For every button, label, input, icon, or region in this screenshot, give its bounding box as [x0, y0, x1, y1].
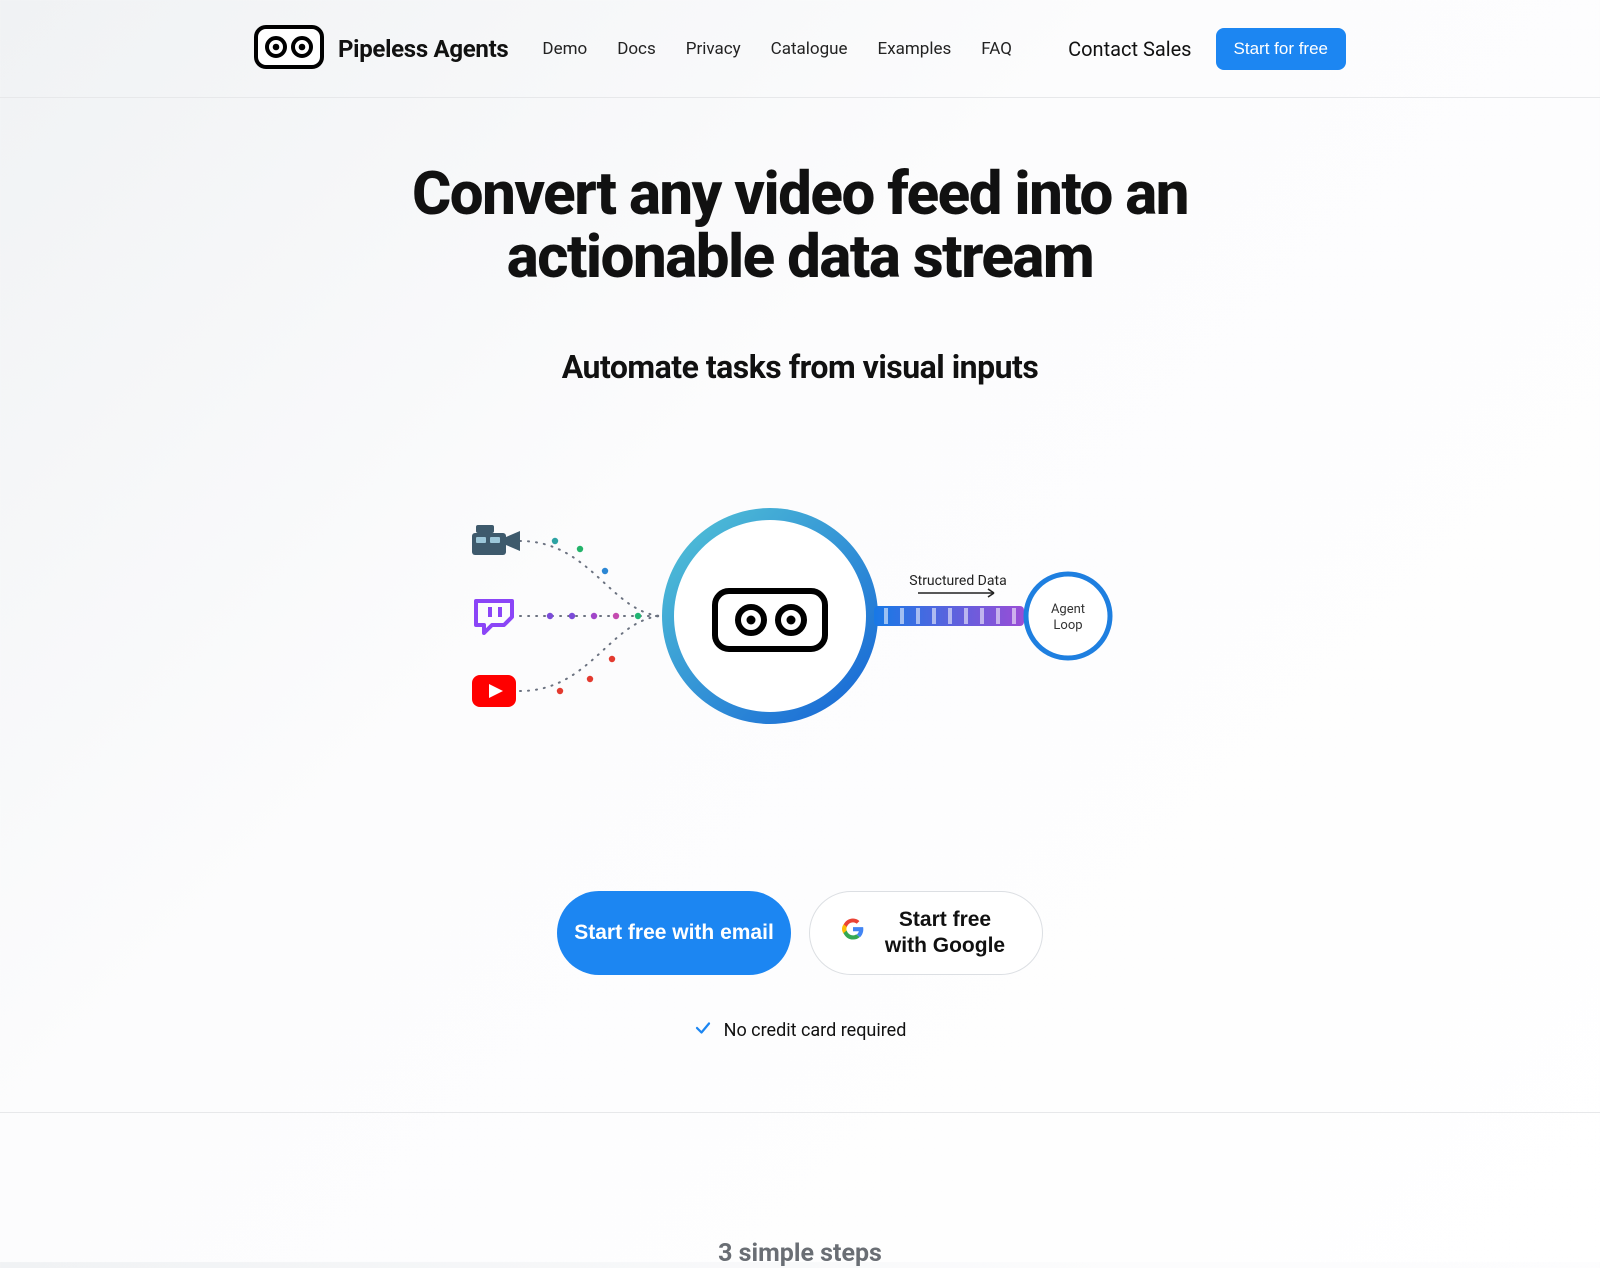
contact-sales-link[interactable]: Contact Sales [1068, 37, 1191, 61]
nav-link-examples[interactable]: Examples [878, 39, 952, 59]
check-icon [694, 1019, 712, 1042]
nav-link-demo[interactable]: Demo [542, 39, 587, 59]
nav-link-docs[interactable]: Docs [617, 39, 656, 59]
nav-link-faq[interactable]: FAQ [981, 39, 1012, 59]
structured-data-label: Structured Data [909, 573, 1006, 589]
section-divider: 3 simple steps [0, 1112, 1600, 1262]
youtube-icon [472, 675, 516, 707]
hero-subtitle: Automate tasks from visual inputs [0, 348, 1600, 386]
nav-link-catalogue[interactable]: Catalogue [771, 39, 848, 59]
agent-loop-label-line2: Loop [1053, 618, 1082, 633]
primary-nav: Demo Docs Privacy Catalogue Examples FAQ [542, 39, 1012, 59]
hero-cta-row: Start free with email Start free with Go… [0, 891, 1600, 975]
brand-name: Pipeless Agents [338, 35, 508, 63]
nav-link-privacy[interactable]: Privacy [686, 39, 741, 59]
camcorder-icon [472, 525, 520, 555]
agent-loop-label-line1: Agent [1051, 602, 1085, 617]
start-free-email-button[interactable]: Start free with email [557, 891, 791, 975]
site-header: Pipeless Agents Demo Docs Privacy Catalo… [0, 0, 1600, 98]
start-free-header-button[interactable]: Start for free [1216, 28, 1346, 70]
brand[interactable]: Pipeless Agents [254, 25, 508, 73]
no-credit-card-text: No credit card required [724, 1020, 907, 1041]
header-actions: Contact Sales Start for free [1068, 28, 1346, 70]
no-credit-card-note: No credit card required [0, 1019, 1600, 1042]
start-free-email-label: Start free with email [574, 921, 774, 945]
hero: Convert any video feed into an actionabl… [0, 98, 1600, 1042]
google-logo-icon [842, 918, 864, 947]
twitch-icon [476, 601, 512, 633]
hero-diagram: Structured Data Agent Loop [460, 501, 1140, 731]
brand-logo-icon [254, 25, 324, 73]
start-free-google-button[interactable]: Start free with Google [809, 891, 1043, 975]
start-free-google-label: Start free with Google [880, 907, 1010, 960]
hero-title: Convert any video feed into an actionabl… [350, 162, 1250, 288]
steps-section-title: 3 simple steps [718, 1239, 882, 1268]
